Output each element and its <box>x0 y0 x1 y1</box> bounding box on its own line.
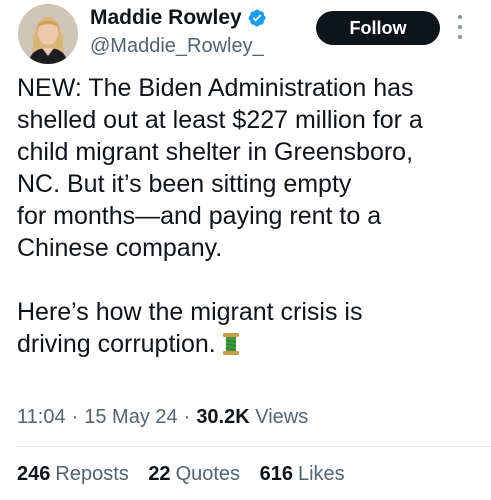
tweet-date[interactable]: 15 May 24 <box>84 406 177 428</box>
tweet-time[interactable]: 11:04 <box>17 406 66 428</box>
reposts-label: Reposts <box>55 463 129 485</box>
follow-button[interactable]: Follow <box>316 11 440 45</box>
quotes-stat[interactable]: 22 Quotes <box>148 463 240 486</box>
likes-count: 616 <box>259 463 293 485</box>
divider <box>17 446 491 447</box>
handle[interactable]: @Maddie_Rowley_ <box>90 35 320 58</box>
verified-badge-icon[interactable] <box>247 8 267 28</box>
reposts-stat[interactable]: 246 Reposts <box>17 463 129 486</box>
tweet-text: NEW: The Biden Administration has shelle… <box>17 74 423 358</box>
author-names: Maddie Rowley @Maddie_Rowley_ <box>90 4 320 58</box>
likes-label: Likes <box>297 463 345 485</box>
tweet-text-container: NEW: The Biden Administration has shelle… <box>17 72 483 364</box>
more-dot <box>458 15 462 19</box>
avatar-photo <box>18 4 78 64</box>
likes-stat[interactable]: 616 Likes <box>260 463 345 486</box>
display-name-row: Maddie Rowley <box>90 4 320 32</box>
tweet-card: Maddie Rowley @Maddie_Rowley_ Follow NEW… <box>0 0 491 500</box>
display-name[interactable]: Maddie Rowley <box>90 6 242 30</box>
tweet-meta: 11:04 · 15 May 24 · 30.2K Views <box>17 406 308 429</box>
views-label: Views <box>255 406 309 428</box>
reposts-count: 246 <box>17 463 51 485</box>
quotes-label: Quotes <box>175 463 241 485</box>
more-vertical-icon[interactable] <box>450 12 470 42</box>
more-dot <box>458 35 462 39</box>
thread-spool-icon <box>222 332 240 364</box>
more-dot <box>458 25 462 29</box>
avatar[interactable] <box>18 4 78 64</box>
quotes-count: 22 <box>148 463 171 485</box>
meta-separator: · <box>183 406 191 428</box>
views-count[interactable]: 30.2K <box>196 406 249 428</box>
engagement-stats: 246 Reposts 22 Quotes 616 Likes <box>17 463 359 486</box>
meta-separator: · <box>71 406 79 428</box>
